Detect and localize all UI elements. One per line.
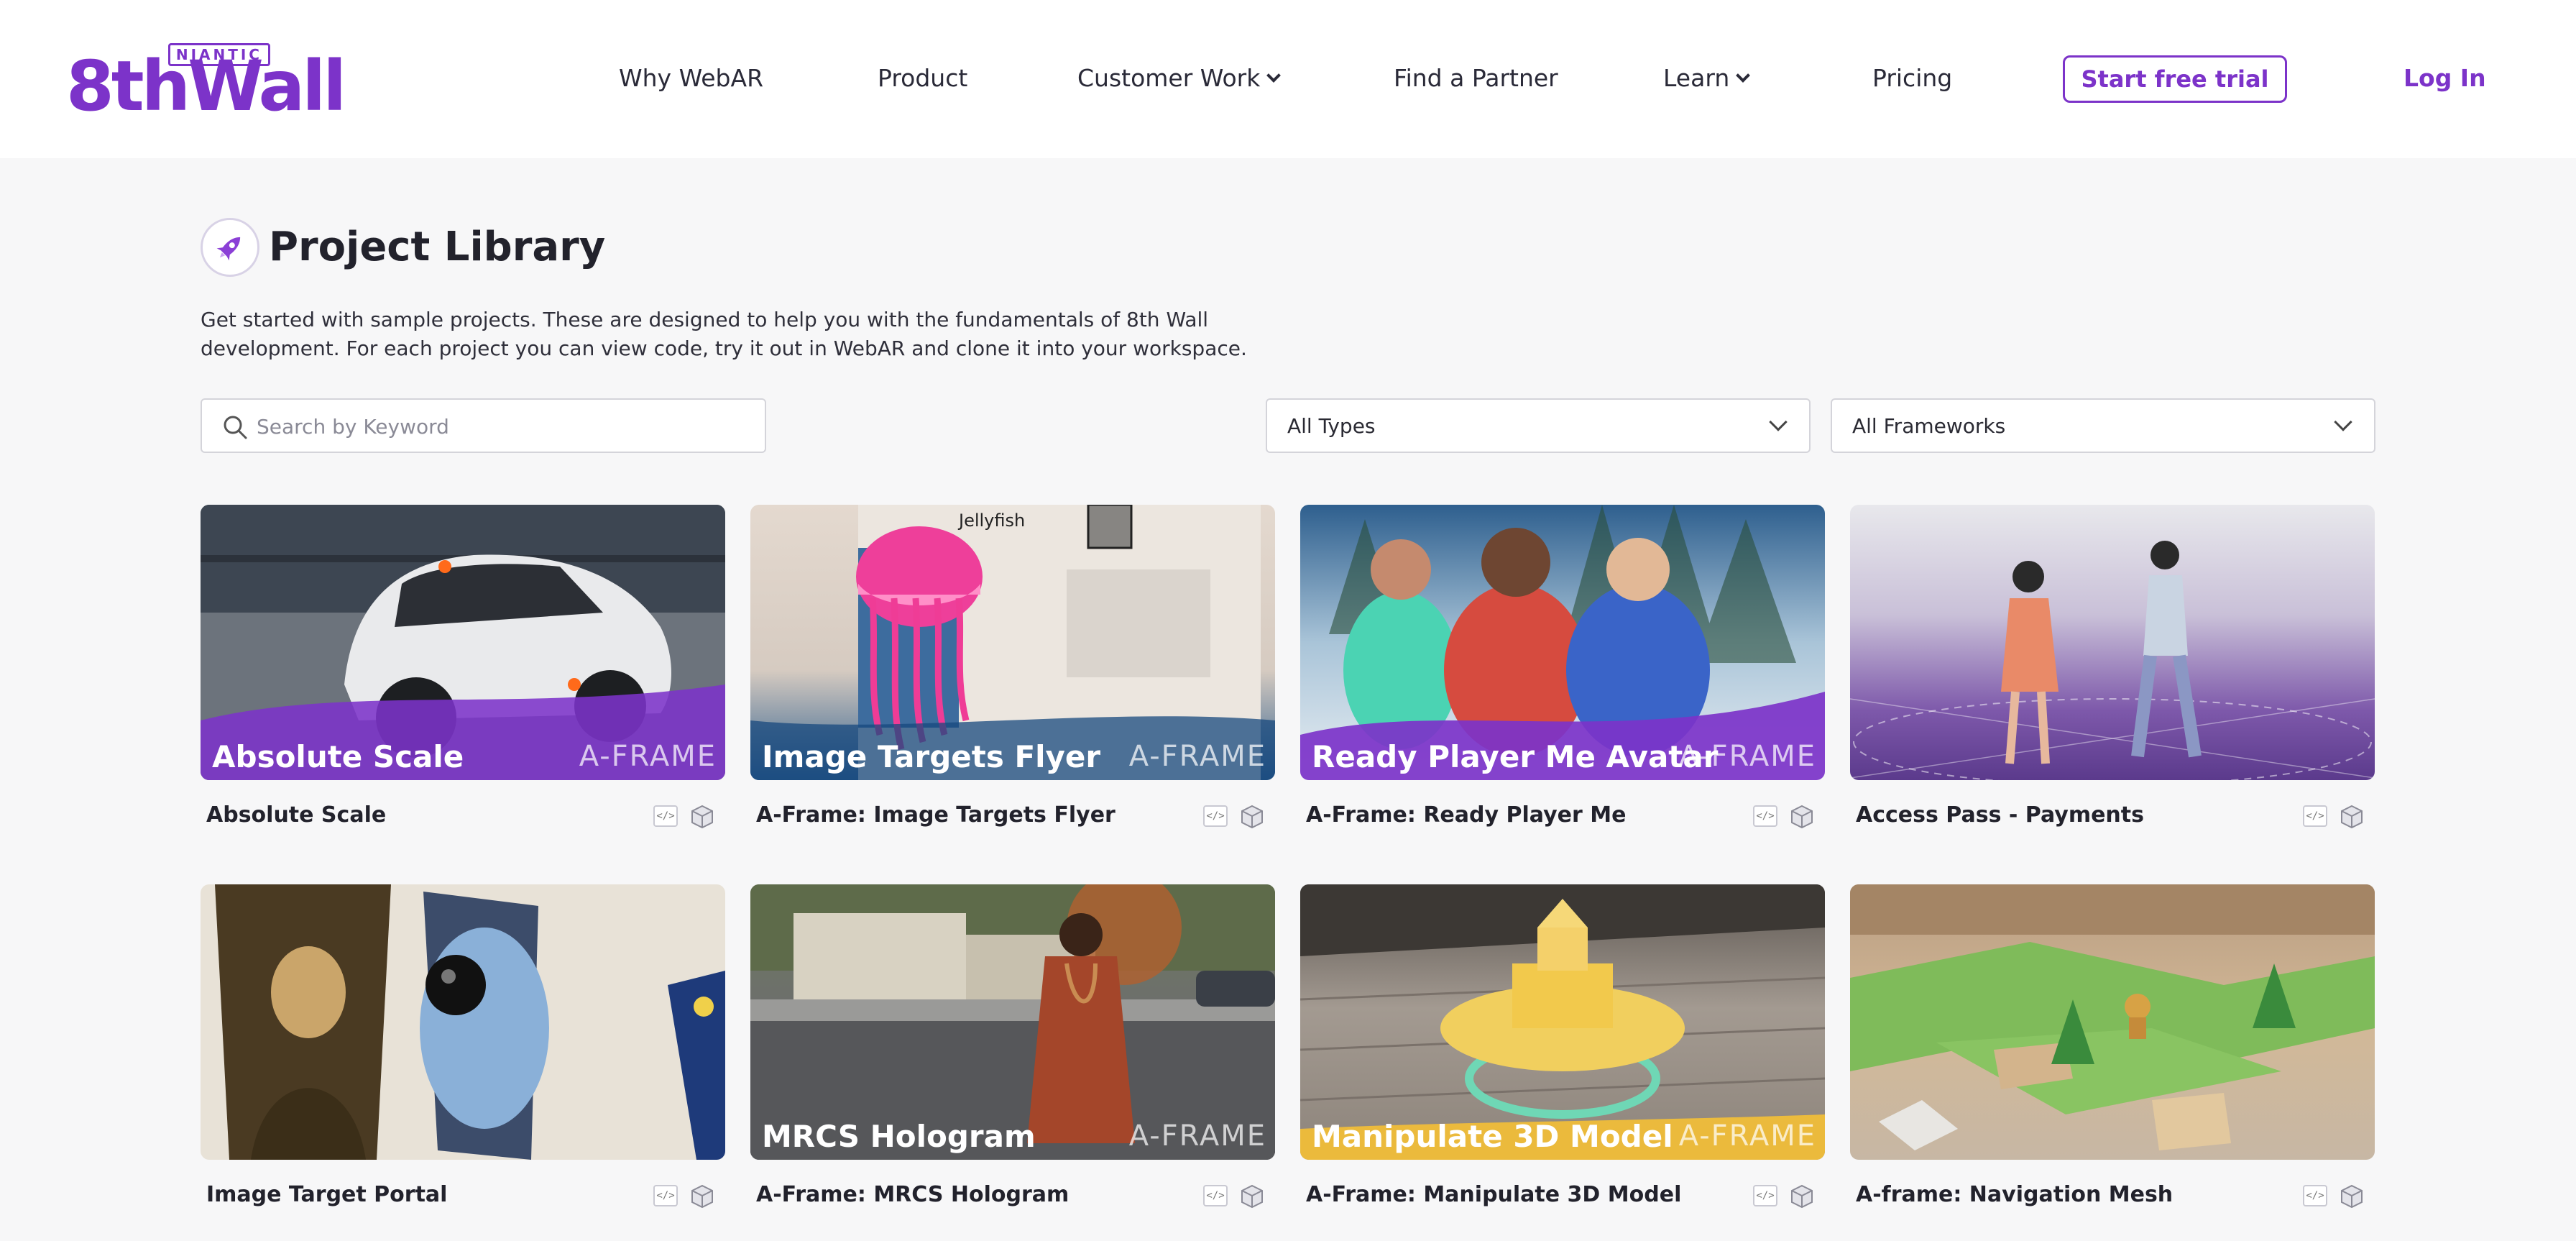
- type-select-value: All Types: [1287, 414, 1376, 438]
- code-icon[interactable]: </>: [653, 1185, 678, 1206]
- cube-icon[interactable]: [1789, 1183, 1815, 1209]
- chevron-down-icon: [1736, 68, 1751, 83]
- portal-image: [215, 884, 725, 1160]
- nav-customer-work[interactable]: Customer Work: [1077, 62, 1282, 95]
- project-card-image-target-portal[interactable]: Image Target Portal </>: [201, 884, 725, 1222]
- project-title[interactable]: Access Pass - Payments: [1856, 800, 2144, 831]
- nav-find-a-partner[interactable]: Find a Partner: [1394, 62, 1558, 95]
- code-icon[interactable]: </>: [2303, 1185, 2327, 1206]
- cube-icon[interactable]: [1789, 804, 1815, 830]
- code-icon[interactable]: </>: [653, 805, 678, 827]
- search-input[interactable]: [257, 407, 753, 446]
- project-thumbnail[interactable]: [201, 884, 725, 1160]
- site-header: NIANTIC 8thWall Why WebAR Product Custom…: [0, 0, 2576, 158]
- project-title[interactable]: A-frame: Navigation Mesh: [1856, 1179, 2173, 1211]
- project-thumbnail[interactable]: Jellyfish Image Targets Flyer A-FRAME: [750, 505, 1275, 780]
- project-card-image-targets-flyer[interactable]: Jellyfish Image Targets Flyer A-FRAME A-…: [750, 505, 1275, 843]
- rocket-icon: [201, 218, 259, 277]
- code-icon[interactable]: </>: [1203, 805, 1228, 827]
- nav-label: Product: [878, 64, 968, 92]
- chevron-down-icon: [1769, 413, 1788, 431]
- thumbnail-framework-tag: A-FRAME: [1128, 740, 1266, 773]
- code-icon[interactable]: </>: [2303, 805, 2327, 827]
- flyer-heading: Jellyfish: [959, 510, 1026, 531]
- project-card-ready-player-me[interactable]: Ready Player Me Avatar A-FRAME A-Frame: …: [1300, 505, 1825, 843]
- framework-select[interactable]: All Frameworks: [1831, 398, 2375, 453]
- project-thumbnail[interactable]: Absolute Scale A-FRAME: [201, 505, 725, 780]
- thumbnail-framework-tag: A-FRAME: [579, 740, 717, 773]
- nav-label: Learn: [1663, 64, 1730, 92]
- code-icon[interactable]: </>: [1753, 1185, 1777, 1206]
- thumbnail-framework-tag: A-FRAME: [1128, 1119, 1266, 1153]
- thumbnail-label: Manipulate 3D Model: [1312, 1119, 1673, 1154]
- project-thumbnail[interactable]: Manipulate 3D Model A-FRAME: [1300, 884, 1825, 1160]
- project-card-absolute-scale[interactable]: Absolute Scale A-FRAME Absolute Scale </…: [201, 505, 725, 843]
- thumbnail-framework-tag: A-FRAME: [1678, 740, 1816, 773]
- cube-icon[interactable]: [2339, 1183, 2365, 1209]
- nav-label: Pricing: [1872, 64, 1953, 92]
- code-icon[interactable]: </>: [1203, 1185, 1228, 1206]
- chevron-down-icon: [1266, 68, 1282, 83]
- cube-icon[interactable]: [689, 804, 715, 830]
- nav-label: Find a Partner: [1394, 64, 1558, 92]
- navmesh-image: [1850, 884, 2375, 1150]
- nav-why-webar[interactable]: Why WebAR: [619, 62, 763, 95]
- project-thumbnail[interactable]: [1850, 505, 2375, 780]
- page-intro: Get started with sample projects. These …: [201, 308, 1247, 360]
- chevron-down-icon: [2334, 413, 2352, 431]
- framework-select-value: All Frameworks: [1852, 414, 2006, 438]
- thumbnail-label: Ready Player Me Avatar: [1312, 739, 1719, 774]
- 8thwall-logo[interactable]: NIANTIC 8thWall: [66, 42, 346, 121]
- type-select[interactable]: All Types: [1266, 398, 1811, 453]
- nav-product[interactable]: Product: [878, 62, 967, 95]
- project-title[interactable]: Absolute Scale: [206, 800, 386, 831]
- code-icon[interactable]: </>: [1753, 805, 1777, 827]
- project-thumbnail[interactable]: MRCS Hologram A-FRAME: [750, 884, 1275, 1160]
- project-card-mrcs-hologram[interactable]: MRCS Hologram A-FRAME A-Frame: MRCS Holo…: [750, 884, 1275, 1222]
- nav-learn[interactable]: Learn: [1663, 62, 1751, 95]
- log-in-link[interactable]: Log In: [2404, 62, 2486, 95]
- thumbnail-label: MRCS Hologram: [762, 1119, 1036, 1154]
- dancers-image: [1850, 541, 2375, 780]
- thumbnail-label: Image Targets Flyer: [762, 739, 1101, 774]
- thumbnail-label: Absolute Scale: [212, 739, 464, 774]
- project-title[interactable]: Image Target Portal: [206, 1179, 447, 1211]
- project-title[interactable]: A-Frame: Ready Player Me: [1306, 800, 1626, 831]
- project-card-navigation-mesh[interactable]: A-frame: Navigation Mesh </>: [1850, 884, 2375, 1222]
- page-title: Project Library: [269, 224, 606, 270]
- project-thumbnail[interactable]: Ready Player Me Avatar A-FRAME: [1300, 505, 1825, 780]
- start-free-trial-button[interactable]: Start free trial: [2063, 55, 2287, 103]
- cube-icon[interactable]: [2339, 804, 2365, 830]
- project-card-access-pass-payments[interactable]: Access Pass - Payments </>: [1850, 505, 2375, 843]
- cube-icon[interactable]: [689, 1183, 715, 1209]
- nav-pricing[interactable]: Pricing: [1872, 62, 1952, 95]
- search-box[interactable]: [201, 398, 766, 453]
- project-title[interactable]: A-Frame: Image Targets Flyer: [756, 800, 1116, 831]
- logo-wordmark: 8thWall: [66, 46, 346, 127]
- cube-icon[interactable]: [1239, 804, 1265, 830]
- project-title[interactable]: A-Frame: Manipulate 3D Model: [1306, 1179, 1681, 1211]
- thumbnail-framework-tag: A-FRAME: [1678, 1119, 1816, 1153]
- project-title[interactable]: A-Frame: MRCS Hologram: [756, 1179, 1069, 1211]
- search-icon: [224, 416, 247, 439]
- project-card-manipulate-3d-model[interactable]: Manipulate 3D Model A-FRAME A-Frame: Man…: [1300, 884, 1825, 1222]
- cube-icon[interactable]: [1239, 1183, 1265, 1209]
- project-thumbnail[interactable]: [1850, 884, 2375, 1160]
- nav-label: Customer Work: [1077, 64, 1261, 92]
- nav-label: Why WebAR: [619, 64, 764, 92]
